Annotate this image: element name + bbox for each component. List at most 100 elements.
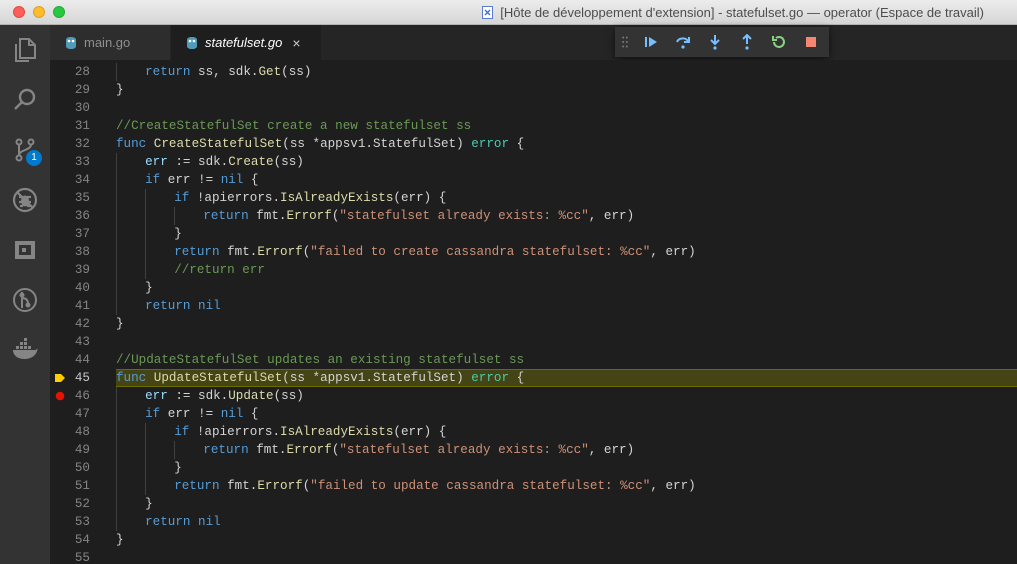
search-icon[interactable] [0, 75, 50, 125]
code-text: return fmt.Errorf("failed to create cass… [174, 243, 696, 261]
line-number: 44 [74, 353, 90, 367]
code-line[interactable]: 53 return nil [50, 513, 1017, 531]
code-line[interactable]: 43 [50, 333, 1017, 351]
code-line[interactable]: 39 //return err [50, 261, 1017, 279]
code-text: err := sdk.Update(ss) [145, 387, 304, 405]
code-line[interactable]: 46 err := sdk.Update(ss) [50, 387, 1017, 405]
code-line[interactable]: 34 if err != nil { [50, 171, 1017, 189]
code-token: } [116, 533, 124, 547]
code-token: (ss) [273, 389, 304, 403]
continue-icon[interactable] [635, 27, 667, 57]
code-token: return [203, 443, 249, 457]
title-bar: [Hôte de développement d'extension] - st… [0, 0, 1017, 25]
indent-guide [116, 441, 117, 459]
code-line[interactable]: 35 if !apierrors.IsAlreadyExists(err) { [50, 189, 1017, 207]
indent-guide [145, 207, 147, 225]
line-number: 33 [74, 155, 90, 169]
restart-icon[interactable] [763, 27, 795, 57]
code-line[interactable]: 51 return fmt.Errorf("failed to update ca… [50, 477, 1017, 495]
code-line[interactable]: 52} [50, 495, 1017, 513]
code-text: func UpdateStatefulSet(ss *appsv1.Statef… [116, 369, 524, 387]
code-token: Create [228, 155, 274, 169]
code-line[interactable]: 55 [50, 549, 1017, 564]
code-token: nil [220, 407, 244, 421]
step-into-icon[interactable] [699, 27, 731, 57]
git-graph-icon[interactable] [0, 275, 50, 325]
code-token: , err) [650, 479, 696, 493]
code-token: err != [160, 407, 221, 421]
code-text: //UpdateStatefulSet updates an existing … [116, 351, 524, 369]
code-token: { [509, 137, 525, 151]
code-token: if [145, 173, 161, 187]
code-token: err [145, 389, 168, 403]
code-line[interactable]: 47 if err != nil { [50, 405, 1017, 423]
code-token: Errorf [286, 209, 332, 223]
code-line[interactable]: 54} [50, 531, 1017, 549]
code-line[interactable]: 28 return ss, sdk.Get(ss) [50, 63, 1017, 81]
code-line[interactable]: 41 return nil [50, 297, 1017, 315]
code-line[interactable]: 40} [50, 279, 1017, 297]
code-line[interactable]: 42} [50, 315, 1017, 333]
code-token: fmt. [219, 245, 258, 259]
extensions-icon[interactable] [0, 225, 50, 275]
code-token: !apierrors. [189, 191, 281, 205]
code-text: return nil [145, 513, 221, 531]
code-token: "failed to create cassandra statefulset:… [310, 245, 651, 259]
code-line[interactable]: 33 err := sdk.Create(ss) [50, 153, 1017, 171]
code-text: return fmt.Errorf("statefulset already e… [203, 207, 634, 225]
drag-handle-icon[interactable] [615, 27, 635, 57]
line-number: 36 [74, 209, 90, 223]
code-line[interactable]: 36 return fmt.Errorf("statefulset already… [50, 207, 1017, 225]
window-close-button[interactable] [13, 6, 25, 18]
code-text: return nil [145, 297, 221, 315]
close-icon[interactable]: × [292, 35, 300, 51]
code-line[interactable]: 48 if !apierrors.IsAlreadyExists(err) { [50, 423, 1017, 441]
code-token: Errorf [257, 479, 303, 493]
code-token: } [116, 83, 124, 97]
code-token: } [145, 281, 153, 295]
tab-statefulset-go[interactable]: statefulset.go × [171, 25, 321, 60]
window-title: [Hôte de développement d'extension] - st… [482, 0, 984, 25]
code-token: Errorf [257, 245, 303, 259]
code-text: return fmt.Errorf("failed to update cass… [174, 477, 696, 495]
docker-icon[interactable] [0, 325, 50, 375]
stop-icon[interactable] [795, 27, 827, 57]
tab-label: main.go [84, 35, 131, 50]
code-line[interactable]: 31 //CreateStatefulSet create a new state… [50, 117, 1017, 135]
tab-main-go[interactable]: main.go [50, 25, 171, 60]
indent-guide [116, 189, 117, 207]
step-out-icon[interactable] [731, 27, 763, 57]
indent-guide [116, 297, 117, 315]
line-number: 47 [74, 407, 90, 421]
code-line[interactable]: 49 return fmt.Errorf("statefulset already… [50, 441, 1017, 459]
line-number: 29 [74, 83, 90, 97]
code-editor[interactable]: 28 return ss, sdk.Get(ss) 29} 30 31//CreateS… [50, 60, 1017, 564]
code-text: } [116, 531, 124, 549]
code-line[interactable]: 38 return fmt.Errorf("failed to create ca… [50, 243, 1017, 261]
code-text: } [174, 459, 182, 477]
code-token: (err) { [393, 425, 447, 439]
code-text: } [145, 495, 153, 513]
code-line[interactable]: 44 //UpdateStatefulSet updates an existin… [50, 351, 1017, 369]
window-maximize-button[interactable] [53, 6, 65, 18]
code-token: //return err [174, 263, 265, 277]
code-line[interactable]: 45 func UpdateStatefulSet(ss *appsv1.Stat… [50, 369, 1017, 387]
window-minimize-button[interactable] [33, 6, 45, 18]
step-over-icon[interactable] [667, 27, 699, 57]
code-token: (ss *appsv1.StatefulSet) [282, 371, 472, 385]
line-number: 39 [74, 263, 90, 277]
code-line[interactable]: 29} [50, 81, 1017, 99]
code-line[interactable]: 37} [50, 225, 1017, 243]
code-token: err [145, 155, 168, 169]
explorer-icon[interactable] [0, 25, 50, 75]
code-line[interactable]: 32 func CreateStatefulSet(ss *appsv1.Stat… [50, 135, 1017, 153]
debug-icon[interactable] [0, 175, 50, 225]
indent-guide [145, 459, 147, 477]
line-number: 40 [74, 281, 90, 295]
code-line[interactable]: 30 [50, 99, 1017, 117]
line-number: 55 [74, 551, 90, 564]
code-line[interactable]: 50} [50, 459, 1017, 477]
code-token: { [243, 407, 259, 421]
source-control-icon[interactable]: 1 [0, 125, 50, 175]
